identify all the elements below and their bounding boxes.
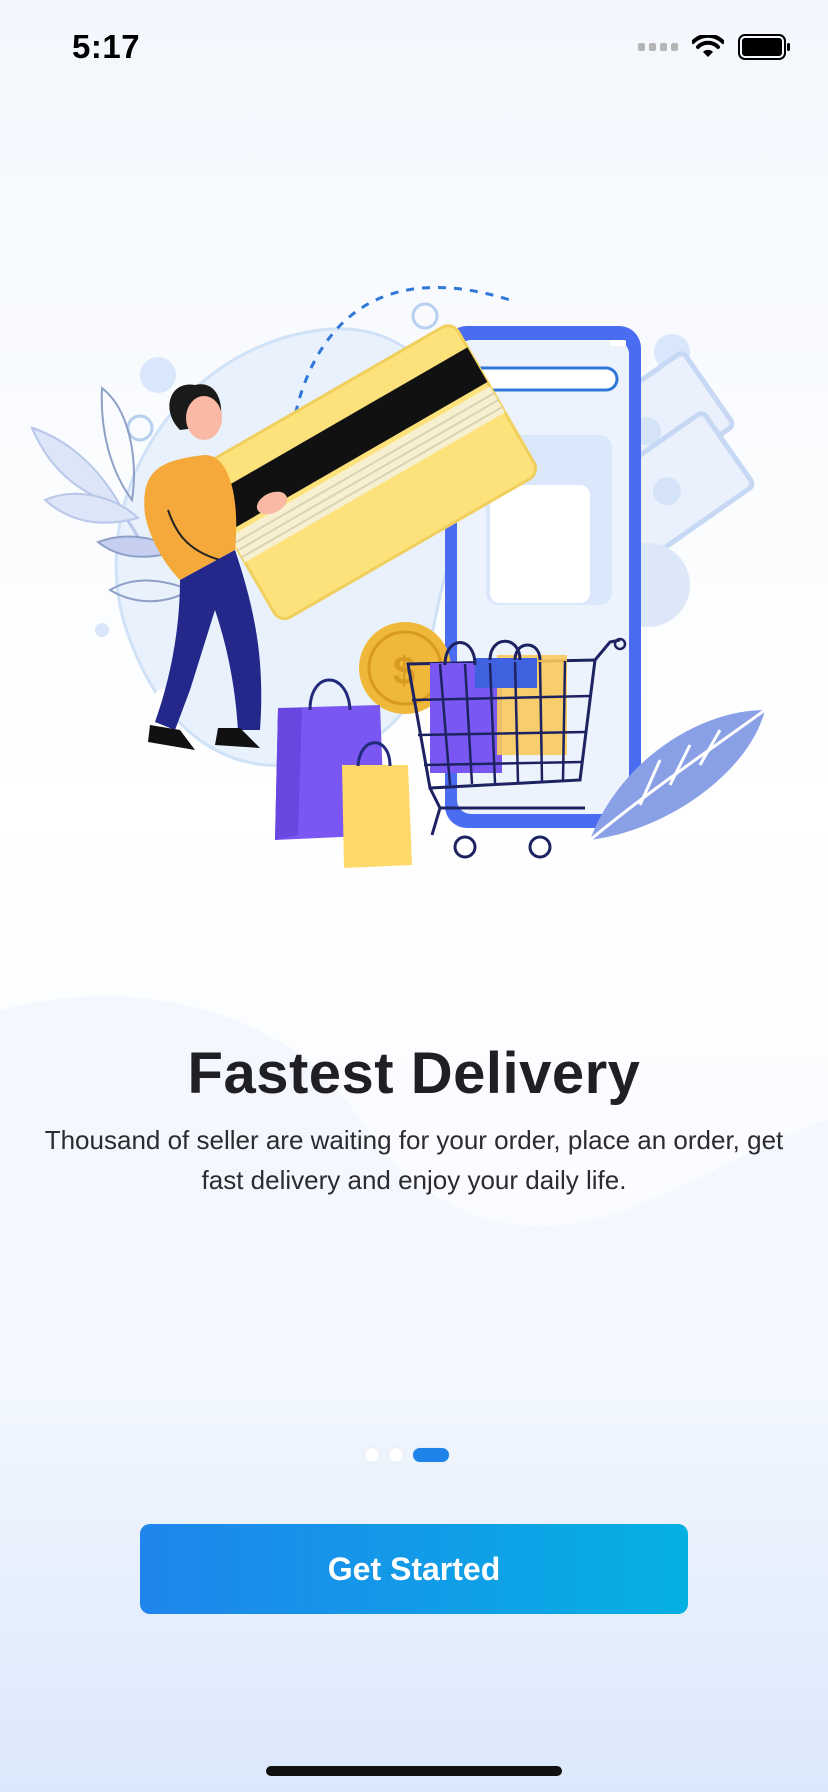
page-dot-1[interactable]	[365, 1448, 379, 1462]
status-icons	[638, 34, 792, 60]
page-indicator	[365, 1448, 449, 1462]
onboarding-description: Thousand of seller are waiting for your …	[44, 1125, 784, 1195]
wifi-icon	[692, 35, 724, 59]
get-started-button[interactable]: Get Started	[140, 1524, 688, 1614]
shopping-delivery-illustration: $	[30, 286, 766, 868]
page-dot-3-active[interactable]	[413, 1448, 449, 1462]
page-dot-2[interactable]	[389, 1448, 403, 1462]
onboarding-title: Fastest Delivery	[187, 1041, 641, 1106]
status-time: 5:17	[72, 28, 141, 65]
home-indicator[interactable]	[266, 1766, 562, 1776]
status-bar: 5:17	[0, 0, 828, 100]
signal-icon	[638, 43, 678, 51]
battery-icon	[738, 34, 792, 60]
